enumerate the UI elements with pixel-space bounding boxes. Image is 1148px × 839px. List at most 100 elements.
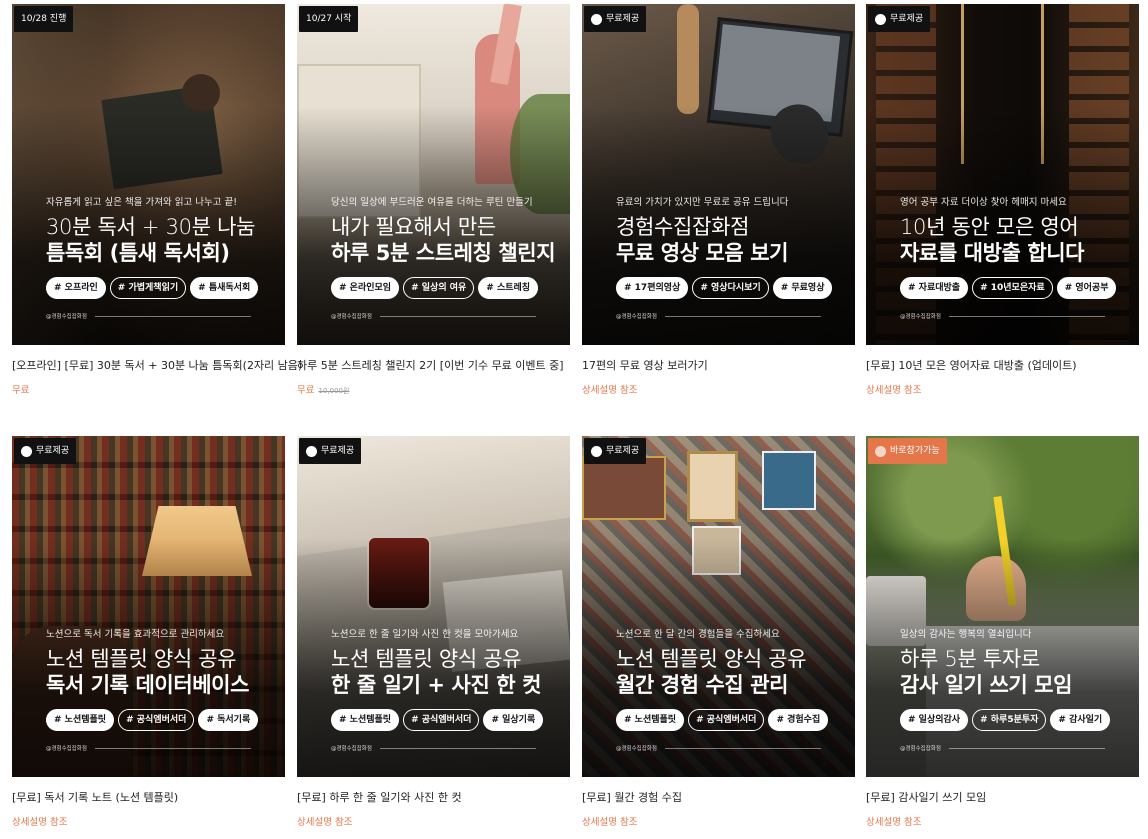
card-subtitle: 노션으로 한 달 간의 경험들을 수집하세요 xyxy=(616,629,780,640)
status-badge: 10/27 시작 xyxy=(299,6,359,32)
brand-handle: @경험수집잡화점 xyxy=(46,746,87,752)
tag: # 틈새독서회 xyxy=(190,277,259,299)
brand-handle: @경험수집잡화점 xyxy=(46,314,87,320)
card-headline-bold: 자료를 대방출 합니다 xyxy=(900,241,1085,265)
card-headline-bold: 감사 일기 쓰기 모임 xyxy=(900,673,1073,697)
tag-list: # 일상의감사 # 하루5분투자 # 감사일기 xyxy=(900,709,1125,731)
card-subtitle: 영어 공부 자료 더이상 찾아 헤매지 마세요 xyxy=(900,197,1067,208)
tag: # 17편의영상 xyxy=(616,277,689,299)
divider xyxy=(948,315,1105,317)
status-badge: 무료제공 xyxy=(584,6,647,32)
card-headline: 노션 템플릿 양식 공유 xyxy=(331,647,522,671)
card-thumbnail[interactable]: 10/28 진행 자유롭게 읽고 싶은 책을 가져와 읽고 나누고 끝! 30분… xyxy=(12,4,285,345)
card-price: 상세설명 참조 xyxy=(12,817,68,828)
card-subtitle: 노션으로 독서 기록을 효과적으로 관리하세요 xyxy=(46,629,225,640)
divider xyxy=(948,747,1105,749)
status-dot-icon xyxy=(591,445,602,457)
divider xyxy=(94,747,251,749)
card-subtitle: 자유롭게 읽고 싶은 책을 가져와 읽고 나누고 끝! xyxy=(46,197,238,208)
tag: # 일상기록 xyxy=(483,709,544,731)
card-title[interactable]: [무료] 10년 모은 영어자료 대방출 (업데이트) xyxy=(866,357,1139,373)
card-price: 무료 10,000원 xyxy=(297,385,350,396)
card-headline-bold: 독서 기록 데이터베이스 xyxy=(46,673,250,697)
card-price: 상세설명 참조 xyxy=(297,817,353,828)
tag: # 오프라인 xyxy=(46,277,106,299)
tag-list: # 17편의영상 # 영상다시보기 # 무료영상 xyxy=(616,277,841,299)
product-card[interactable]: 10/28 진행 자유롭게 읽고 싶은 책을 가져와 읽고 나누고 끝! 30분… xyxy=(12,4,302,396)
card-subtitle: 당신의 일상에 부드러운 여유를 더하는 루틴 만들기 xyxy=(331,197,533,208)
tag: # 하루5분투자 xyxy=(972,709,1047,731)
card-headline: 30분 독서 + 30분 나눔 xyxy=(46,215,256,239)
tag-list: # 오프라인 # 가볍게책읽기 # 틈새독서회 xyxy=(46,277,271,299)
product-card[interactable]: 무료제공 유료의 가치가 있지만 무료로 공유 드립니다 경험수집잡화점 무료 … xyxy=(582,4,855,396)
card-thumbnail[interactable]: 무료제공 노션으로 한 달 간의 경험들을 수집하세요 노션 템플릿 양식 공유… xyxy=(582,436,855,777)
brand-handle: @경험수집잡화점 xyxy=(900,746,941,752)
tag: # 무료영상 xyxy=(772,277,833,299)
card-price: 상세설명 참조 xyxy=(866,385,922,396)
product-card[interactable]: 무료제공 노션으로 독서 기록을 효과적으로 관리하세요 노션 템플릿 양식 공… xyxy=(12,436,285,828)
tag: # 독서기록 xyxy=(198,709,259,731)
card-headline-bold: 틈독회 (틈새 독서회) xyxy=(46,241,230,265)
card-title[interactable]: [무료] 월간 경험 수집 xyxy=(582,789,855,805)
status-dot-icon xyxy=(875,13,886,25)
card-thumbnail[interactable]: 무료제공 유료의 가치가 있지만 무료로 공유 드립니다 경험수집잡화점 무료 … xyxy=(582,4,855,345)
card-thumbnail[interactable]: 바로참가가능 일상의 감사는 행복의 열쇠입니다 하루 5분 투자로 감사 일기… xyxy=(866,436,1139,777)
tag: # 노션템플릿 xyxy=(331,709,400,731)
card-headline: 경험수집잡화점 xyxy=(616,215,750,239)
card-subtitle: 노션으로 한 줄 일기와 사진 한 컷을 모아가세요 xyxy=(331,629,519,640)
card-title[interactable]: 하루 5분 스트레칭 챌린지 2기 [이번 기수 무료 이벤트 중] xyxy=(297,357,570,373)
card-thumbnail[interactable]: 무료제공 노션으로 한 줄 일기와 사진 한 컷을 모아가세요 노션 템플릿 양… xyxy=(297,436,570,777)
tag-list: # 자료대방출 # 10년모은자료 # 영어공부 xyxy=(900,277,1125,299)
tag: # 공식엠버서더 xyxy=(688,709,765,731)
tag: # 일상의 여유 xyxy=(403,277,475,299)
product-card[interactable]: 바로참가가능 일상의 감사는 행복의 열쇠입니다 하루 5분 투자로 감사 일기… xyxy=(866,436,1139,828)
card-title[interactable]: [오프라인] [무료] 30분 독서 + 30분 나눔 틈독회(2자리 남음) xyxy=(12,357,302,373)
product-card[interactable]: 무료제공 영어 공부 자료 더이상 찾아 헤매지 마세요 10년 동안 모은 영… xyxy=(866,4,1139,396)
card-title[interactable]: 17편의 무료 영상 보러가기 xyxy=(582,357,855,373)
card-thumbnail[interactable]: 무료제공 노션으로 독서 기록을 효과적으로 관리하세요 노션 템플릿 양식 공… xyxy=(12,436,285,777)
card-price: 상세설명 참조 xyxy=(866,817,922,828)
card-price: 무료 xyxy=(12,385,30,396)
tag-list: # 노션템플릿 # 공식엠버서더 # 일상기록 xyxy=(331,709,556,731)
divider xyxy=(379,747,536,749)
card-thumbnail[interactable]: 10/27 시작 당신의 일상에 부드러운 여유를 더하는 루틴 만들기 내가 … xyxy=(297,4,570,345)
card-price: 상세설명 참조 xyxy=(582,385,638,396)
card-headline: 하루 5분 투자로 xyxy=(900,647,1040,671)
card-headline: 내가 필요해서 만든 xyxy=(331,215,496,239)
card-title[interactable]: [무료] 감사일기 쓰기 모임 xyxy=(866,789,1139,805)
card-price: 상세설명 참조 xyxy=(582,817,638,828)
tag: # 가볍게책읽기 xyxy=(109,277,187,299)
tag: # 자료대방출 xyxy=(900,277,969,299)
tag-list: # 온라인모임 # 일상의 여유 # 스트레칭 xyxy=(331,277,556,299)
status-badge: 무료제공 xyxy=(14,438,77,464)
tag-list: # 노션템플릿 # 공식엠버서더 # 독서기록 xyxy=(46,709,271,731)
divider xyxy=(94,315,251,317)
status-badge: 바로참가가능 xyxy=(868,438,947,464)
card-title[interactable]: [무료] 하루 한 줄 일기와 사진 한 컷 xyxy=(297,789,570,805)
card-thumbnail[interactable]: 무료제공 영어 공부 자료 더이상 찾아 헤매지 마세요 10년 동안 모은 영… xyxy=(866,4,1139,345)
tag: # 감사일기 xyxy=(1050,709,1111,731)
tag: # 공식엠버서더 xyxy=(118,709,195,731)
status-badge: 무료제공 xyxy=(299,438,362,464)
divider xyxy=(379,315,536,317)
divider xyxy=(664,747,821,749)
tag: # 스트레칭 xyxy=(478,277,539,299)
product-card[interactable]: 10/27 시작 당신의 일상에 부드러운 여유를 더하는 루틴 만들기 내가 … xyxy=(297,4,570,396)
status-dot-icon xyxy=(21,445,32,457)
product-grid: 10/28 진행 자유롭게 읽고 싶은 책을 가져와 읽고 나누고 끝! 30분… xyxy=(0,0,1148,839)
original-price: 10,000원 xyxy=(318,387,350,395)
brand-handle: @경험수집잡화점 xyxy=(616,314,657,320)
card-subtitle: 일상의 감사는 행복의 열쇠입니다 xyxy=(900,629,1032,640)
card-headline: 노션 템플릿 양식 공유 xyxy=(616,647,807,671)
card-title[interactable]: [무료] 독서 기록 노트 (노션 템플릿) xyxy=(12,789,285,805)
status-badge: 무료제공 xyxy=(584,438,647,464)
brand-handle: @경험수집잡화점 xyxy=(331,314,372,320)
status-dot-icon xyxy=(875,445,886,457)
status-dot-icon xyxy=(306,445,317,457)
product-card[interactable]: 무료제공 노션으로 한 줄 일기와 사진 한 컷을 모아가세요 노션 템플릿 양… xyxy=(297,436,570,828)
card-headline: 10년 동안 모은 영어 xyxy=(900,215,1079,239)
tag: # 10년모은자료 xyxy=(972,277,1053,299)
tag: # 경험수집 xyxy=(768,709,829,731)
tag: # 온라인모임 xyxy=(331,277,400,299)
product-card[interactable]: 무료제공 노션으로 한 달 간의 경험들을 수집하세요 노션 템플릿 양식 공유… xyxy=(582,436,855,828)
